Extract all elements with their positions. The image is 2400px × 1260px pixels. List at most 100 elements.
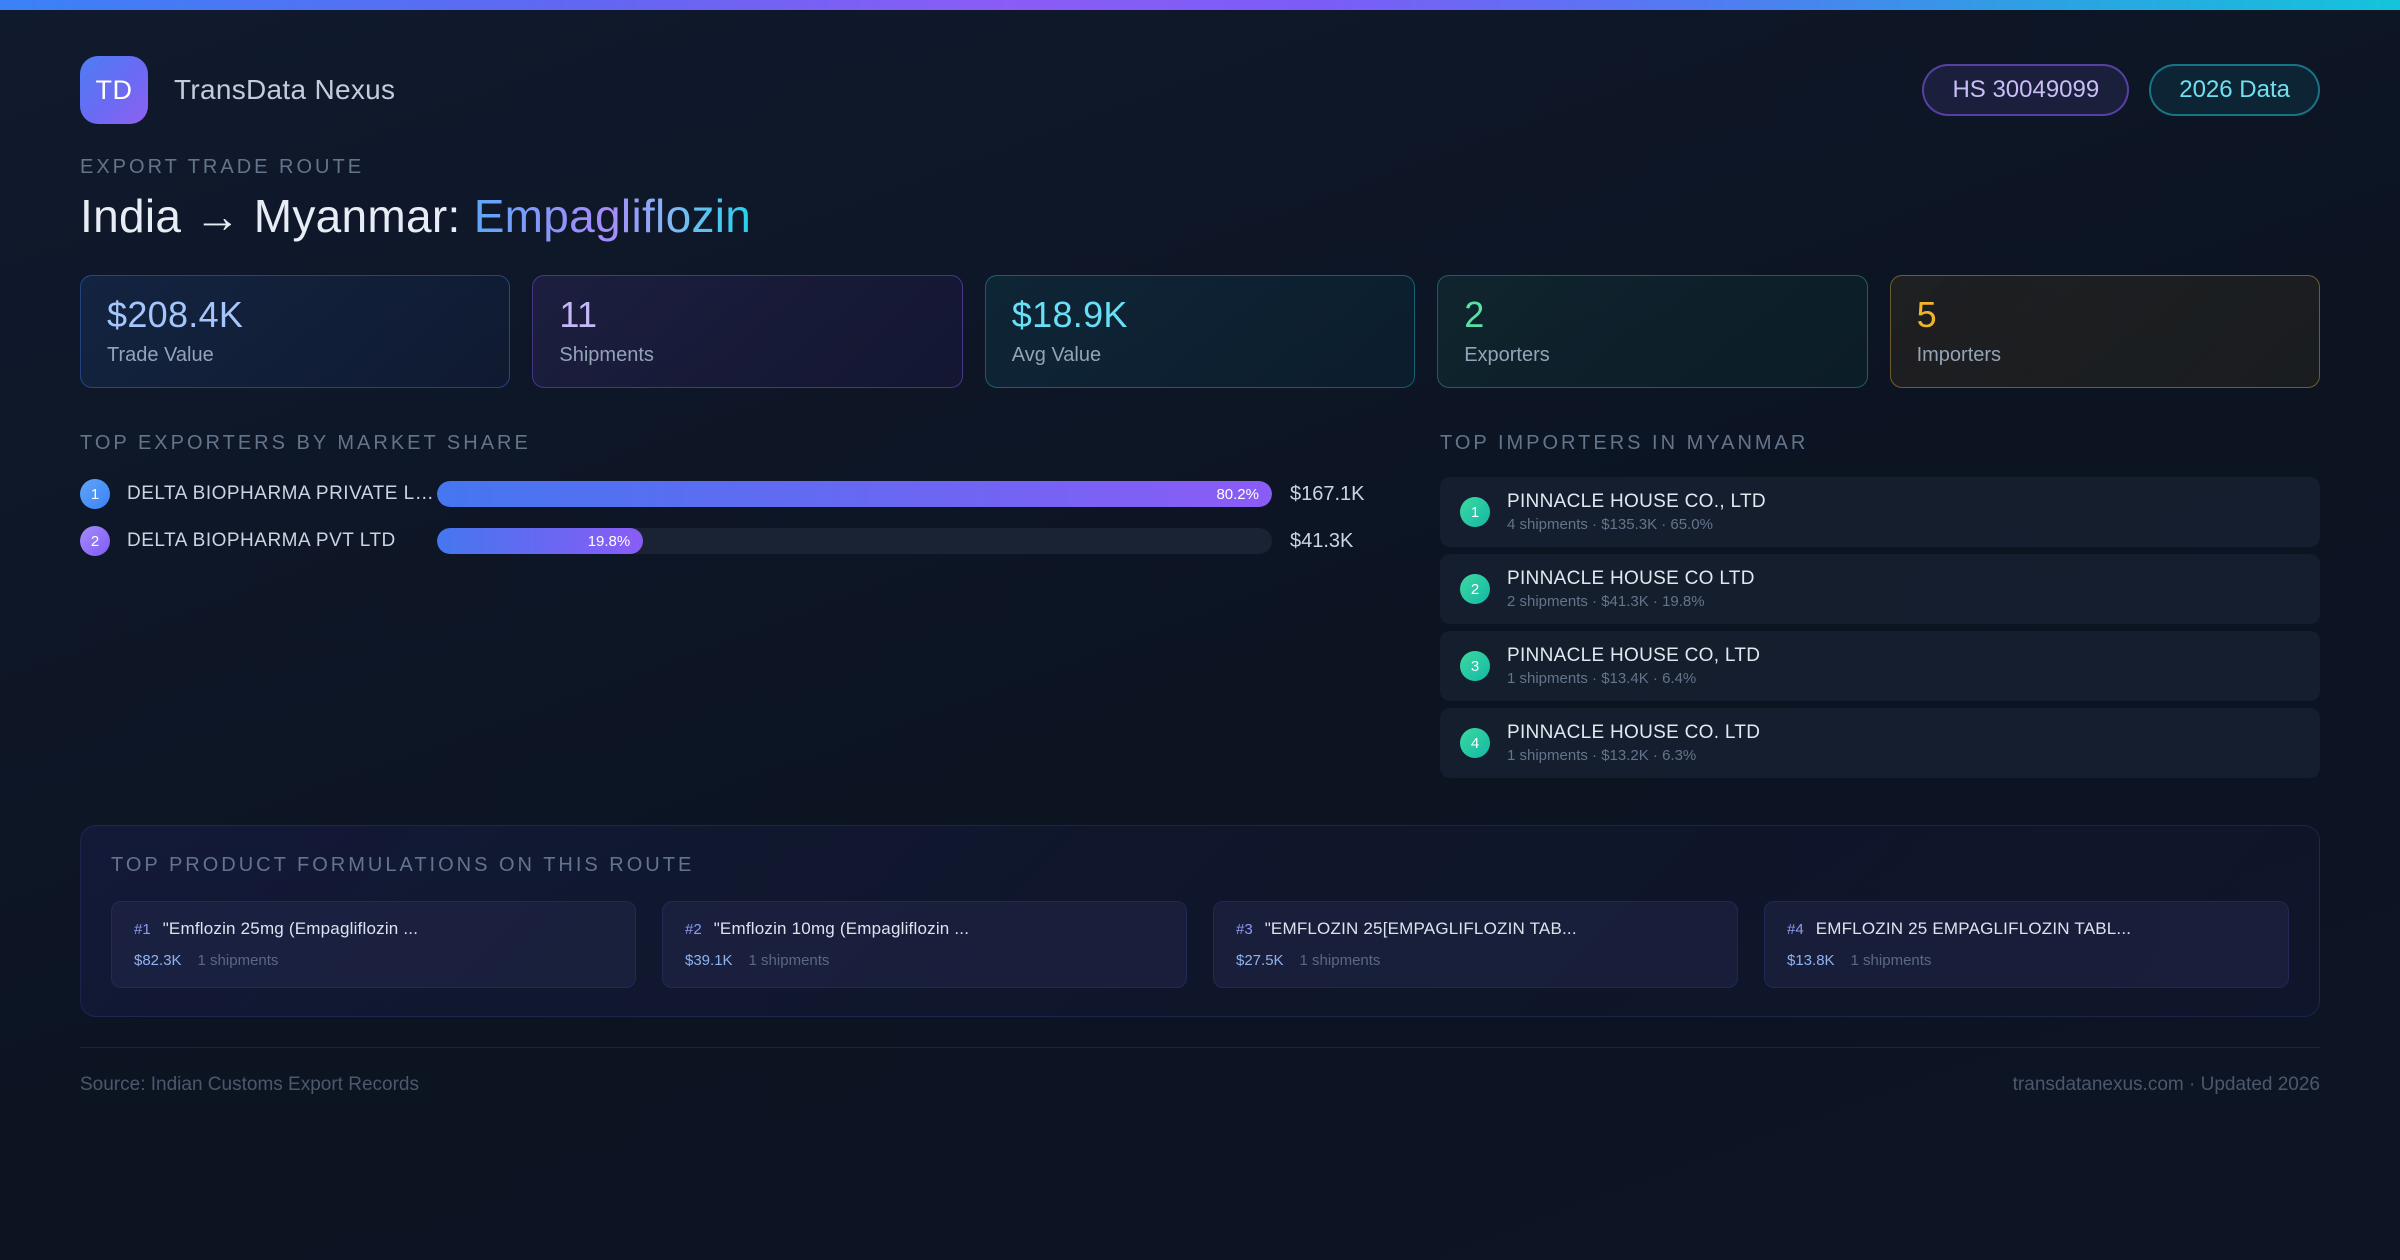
stat-card-row: $208.4K Trade Value 11 Shipments $18.9K … [80,275,2320,388]
formulation-title-row: #2 "Emflozin 10mg (Empagliflozin ... [685,919,1164,939]
formulation-card-row: #1 "Emflozin 25mg (Empagliflozin ... $82… [111,901,2289,988]
formulation-card: #3 "EMFLOZIN 25[EMPAGLIFLOZIN TAB... $27… [1213,901,1738,988]
importer-list-item: 3 PINNACLE HOUSE CO, LTD 1 shipments · $… [1440,631,2320,701]
exporters-section: TOP EXPORTERS BY MARKET SHARE 1 DELTA BI… [80,432,1390,573]
exporter-trade-value: $41.3K [1290,529,1354,552]
exporter-name: DELTA BIOPHARMA PRIVATE LI... [127,483,437,504]
importer-details: 1 shipments · $13.2K · 6.3% [1507,747,1697,764]
stat-label: Exporters [1464,344,1550,366]
formulation-card: #4 EMFLOZIN 25 EMPAGLIFLOZIN TABL... $13… [1764,901,2289,988]
exporter-bar-list: 1 DELTA BIOPHARMA PRIVATE LI... 80.2% $1… [80,479,1390,556]
formulation-title-row: #3 "EMFLOZIN 25[EMPAGLIFLOZIN TAB... [1236,919,1715,939]
formulation-name: "EMFLOZIN 25[EMPAGLIFLOZIN TAB... [1264,919,1577,938]
importer-details: 4 shipments · $135.3K · 65.0% [1507,516,1713,533]
market-share-bar-fill: 80.2% [437,481,1272,507]
importer-name: PINNACLE HOUSE CO. LTD [1507,722,1761,743]
page-title-product: Empagliflozin [473,190,752,242]
rank-badge: 3 [1460,651,1490,681]
market-share-percent: 80.2% [1216,485,1259,503]
importer-name: PINNACLE HOUSE CO LTD [1507,568,1755,589]
importer-name: PINNACLE HOUSE CO, LTD [1507,645,1761,666]
rank-number: 1 [1470,503,1480,521]
importer-list-item: 4 PINNACLE HOUSE CO. LTD 1 shipments · $… [1440,708,2320,778]
rank-number: 2 [90,532,100,550]
importer-info: PINNACLE HOUSE CO., LTD 4 shipments · $1… [1507,491,1766,533]
stat-value: 2 [1464,294,1485,335]
formulation-value: $13.8K [1787,952,1835,969]
formulation-title-row: #1 "Emflozin 25mg (Empagliflozin ... [134,919,613,939]
market-share-bar-fill: 19.8% [437,528,644,554]
formulation-value: $82.3K [134,952,182,969]
market-share-percent: 19.8% [587,532,631,550]
formulation-name: "Emflozin 25mg (Empagliflozin ... [162,919,419,938]
report-page: TD TransData Nexus HS 30049099 2026 Data… [0,56,2400,1096]
source-note: Source: Indian Customs Export Records [80,1074,419,1095]
formulation-meta-row: $39.1K 1 shipments [685,952,1164,969]
importer-info: PINNACLE HOUSE CO, LTD 1 shipments · $13… [1507,645,1760,687]
footer-meta: transdatanexus.com · Updated 2026 [2012,1074,2320,1095]
importer-list: 1 PINNACLE HOUSE CO., LTD 4 shipments · … [1440,477,2320,778]
formulation-card: #2 "Emflozin 10mg (Empagliflozin ... $39… [662,901,1187,988]
formulation-meta-row: $13.8K 1 shipments [1787,952,2266,969]
main-columns: TOP EXPORTERS BY MARKET SHARE 1 DELTA BI… [80,432,2320,785]
formulation-rank: #2 [685,921,702,938]
formulations-heading: TOP PRODUCT FORMULATIONS ON THIS ROUTE [111,854,695,876]
market-share-bar-track: 80.2% [437,481,1272,507]
formulation-shipments: 1 shipments [748,952,830,969]
formulation-name: EMFLOZIN 25 EMPAGLIFLOZIN TABL... [1815,919,2132,938]
importer-info: PINNACLE HOUSE CO LTD 2 shipments · $41.… [1507,568,1755,610]
exporter-row: 2 DELTA BIOPHARMA PVT LTD 19.8% $41.3K [80,526,1390,556]
importer-list-item: 2 PINNACLE HOUSE CO LTD 2 shipments · $4… [1440,554,2320,624]
brand-logo: TD [80,56,148,124]
rank-badge: 1 [80,479,110,509]
formulation-value: $39.1K [685,952,733,969]
stat-card-avg-value: $18.9K Avg Value [984,275,1416,388]
formulation-title-row: #4 EMFLOZIN 25 EMPAGLIFLOZIN TABL... [1787,919,2266,939]
report-eyebrow: EXPORT TRADE ROUTE [80,156,365,178]
formulations-panel: TOP PRODUCT FORMULATIONS ON THIS ROUTE #… [80,825,2320,1017]
formulation-card: #1 "Emflozin 25mg (Empagliflozin ... $82… [111,901,636,988]
rank-badge: 2 [1460,574,1490,604]
stat-label: Importers [1916,344,2002,366]
stat-value: $208.4K [107,294,244,335]
accent-gradient-stripe [0,0,2400,10]
rank-badge: 2 [80,526,110,556]
formulation-shipments: 1 shipments [1299,952,1381,969]
rank-number: 3 [1470,657,1480,675]
exporter-row: 1 DELTA BIOPHARMA PRIVATE LI... 80.2% $1… [80,479,1390,509]
formulation-value: $27.5K [1236,952,1284,969]
rank-badge: 4 [1460,728,1490,758]
formulation-rank: #1 [134,921,151,938]
importers-section: TOP IMPORTERS IN MYANMAR 1 PINNACLE HOUS… [1440,432,2320,785]
stat-card-shipments: 11 Shipments [532,275,963,388]
brand-name: TransData Nexus [174,74,396,105]
exporter-trade-value: $167.1K [1290,482,1365,505]
rank-number: 1 [90,485,100,503]
formulation-shipments: 1 shipments [1850,952,1932,969]
stat-card-trade-value: $208.4K Trade Value [80,275,511,388]
importer-info: PINNACLE HOUSE CO. LTD 1 shipments · $13… [1507,722,1760,764]
importer-details: 2 shipments · $41.3K · 19.8% [1507,593,1705,610]
stat-card-importers: 5 Importers [1889,275,2320,388]
importer-details: 1 shipments · $13.4K · 6.4% [1507,670,1697,687]
hs-code-badge: HS 30049099 [1922,64,2130,116]
exporters-heading: TOP EXPORTERS BY MARKET SHARE [80,432,531,454]
exporter-name: DELTA BIOPHARMA PVT LTD [127,530,396,551]
rank-badge: 1 [1460,497,1490,527]
stat-value: 5 [1916,294,1937,335]
formulation-rank: #4 [1787,921,1804,938]
formulation-name: "Emflozin 10mg (Empagliflozin ... [713,919,970,938]
stat-value: 11 [559,294,598,335]
page-title: India → Myanmar: Empagliflozin [80,189,2320,243]
formulation-rank: #3 [1236,921,1253,938]
formulation-meta-row: $82.3K 1 shipments [134,952,613,969]
importer-name: PINNACLE HOUSE CO., LTD [1507,491,1766,512]
rank-number: 2 [1470,580,1480,598]
brand-initials: TD [95,74,133,105]
app-header: TD TransData Nexus HS 30049099 2026 Data [80,56,2320,124]
stat-value: $18.9K [1011,294,1128,335]
formulation-shipments: 1 shipments [197,952,279,969]
page-title-route: India → Myanmar: [80,190,474,242]
rank-number: 4 [1470,734,1480,752]
page-footer: Source: Indian Customs Export Records tr… [80,1047,2320,1096]
